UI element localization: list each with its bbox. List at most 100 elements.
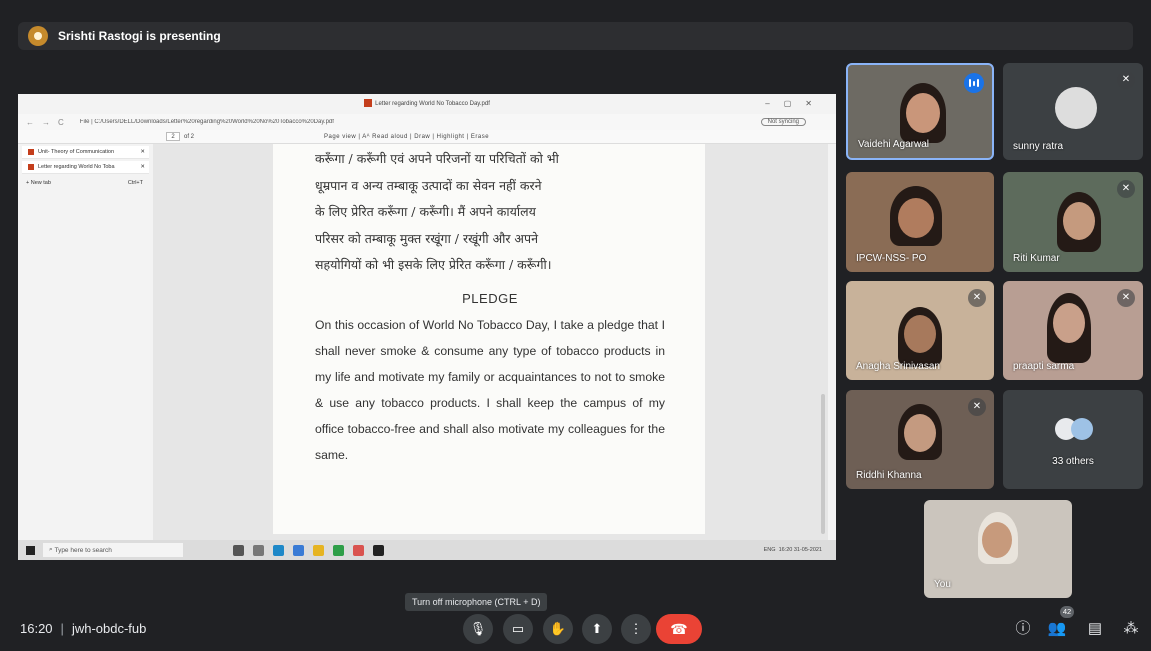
people-count-badge: 42: [1060, 606, 1074, 618]
video-face: [904, 414, 936, 452]
url-text: File | C:/Users/DELL/Downloads/Letter%20…: [79, 119, 334, 125]
participant-tile[interactable]: ✕ Riddhi Khanna: [846, 390, 994, 489]
shared-screen[interactable]: Letter regarding World No Tobacco Day.pd…: [18, 94, 836, 560]
participant-tile[interactable]: ✕ Riti Kumar: [1003, 172, 1143, 272]
leave-call-button[interactable]: ☎: [656, 614, 702, 644]
mic-off-icon: ✕: [968, 398, 986, 416]
close-icon: ✕: [140, 164, 145, 170]
page-number: 2: [166, 132, 180, 141]
others-tile[interactable]: 33 others: [1003, 390, 1143, 489]
avatar: [1055, 87, 1097, 129]
mic-off-icon: ✕: [1117, 180, 1135, 198]
camera-button[interactable]: ▭: [503, 614, 533, 644]
microphone-button[interactable]: 🎙: [463, 614, 493, 644]
app-icon: [373, 544, 384, 556]
system-tray: ENG 16:20 31-05-2021: [764, 547, 822, 553]
participant-tile[interactable]: Vaidehi Agarwal: [846, 63, 994, 160]
self-tile[interactable]: You: [924, 500, 1072, 598]
windows-start-icon: [26, 545, 35, 555]
participant-tile[interactable]: ✕ Anagha Srinivasan: [846, 281, 994, 380]
tray-date: 31-05-2021: [793, 547, 822, 553]
video-face: [904, 315, 936, 353]
taskbar-search-placeholder: Type here to search: [54, 546, 112, 554]
mic-tooltip: Turn off microphone (CTRL + D): [405, 593, 548, 611]
browser-titlebar: Letter regarding World No Tobacco Day.pd…: [18, 94, 836, 114]
participant-name: IPCW-NSS- PO: [856, 253, 927, 264]
store-icon: [293, 544, 304, 556]
pdf-tools: Page view | Aᴬ Read aloud | Draw | Highl…: [324, 133, 490, 140]
hangup-icon: ☎: [670, 620, 688, 637]
tab-label: Letter regarding World No Toba: [38, 164, 115, 170]
presenter-banner: Srishti Rastogi is presenting: [18, 22, 1133, 50]
window-controls: –▢✕: [765, 99, 826, 108]
new-tab-shortcut: Ctrl+T: [127, 180, 143, 186]
video-face: [898, 198, 934, 238]
mic-off-icon: ✕: [968, 289, 986, 307]
tray-time: 16:20: [778, 547, 793, 553]
mic-off-icon: ✕: [1117, 289, 1135, 307]
pdf-icon: [28, 149, 34, 155]
hindi-line: के लिए प्रेरित करूँगा / करूँगी। मैं अपने…: [315, 204, 536, 219]
tab-sidebar: Unit- Theory of Communication ✕ Letter re…: [18, 144, 153, 544]
hand-icon: ✋: [549, 621, 567, 636]
participant-tile[interactable]: ✕ sunny ratra: [1003, 63, 1143, 160]
participant-name: praapti sarma: [1013, 361, 1075, 372]
pdf-icon: [364, 99, 373, 108]
cortana-icon: [233, 544, 244, 556]
page-total: of 2: [184, 133, 195, 140]
tab-item: Unit- Theory of Communication ✕: [22, 146, 149, 159]
people-icon: 👥: [1047, 620, 1067, 637]
mic-off-icon: ✕: [1117, 71, 1135, 89]
participant-name: Riti Kumar: [1013, 253, 1060, 264]
participant-name: Riddhi Khanna: [856, 470, 922, 481]
new-tab: + New tab Ctrl+T: [18, 180, 153, 186]
pdf-icon: [28, 164, 34, 170]
video-face: [1053, 303, 1085, 343]
hindi-line: करूँगा / करूँगी एवं अपने परिजनों या परिच…: [315, 151, 559, 166]
more-options-button[interactable]: ⋮: [621, 614, 651, 644]
hindi-line: परिसर को तम्बाकू मुक्त रखूंगा / रखूंगी औ…: [315, 230, 539, 246]
pdf-toolbar: 2 of 2 Page view | Aᴬ Read aloud | Draw …: [18, 130, 836, 144]
avatar: [1071, 418, 1093, 440]
more-vert-icon: ⋮: [629, 621, 643, 636]
address-bar: ←→C File | C:/Users/DELL/Downloads/Lette…: [18, 114, 836, 130]
meeting-details-button[interactable]: ⓘ: [1012, 618, 1034, 640]
taskbar-apps: [233, 544, 393, 556]
tray-lang: ENG: [763, 547, 776, 553]
chat-button[interactable]: ▤: [1084, 618, 1106, 640]
pledge-text: On this occasion of World No Tobacco Day…: [315, 317, 665, 462]
participant-tile[interactable]: IPCW-NSS- PO: [846, 172, 994, 272]
meet-window: Srishti Rastogi is presenting Letter reg…: [0, 0, 1151, 651]
edge-icon: [273, 544, 284, 556]
sync-status: Not syncing: [760, 118, 806, 126]
task-view-icon: [253, 544, 264, 556]
raise-hand-button[interactable]: ✋: [543, 614, 573, 644]
speaking-icon: [964, 73, 984, 93]
chrome-icon: [333, 544, 344, 556]
participant-name: Anagha Srinivasan: [856, 361, 940, 372]
taskbar-search: ⌕ Type here to search: [43, 543, 183, 557]
microphone-icon: 🎙: [469, 621, 487, 636]
participant-name: sunny ratra: [1013, 141, 1064, 152]
hindi-line: सहयोगियों को भी इसके लिए प्रेरित करूँगा …: [315, 257, 552, 272]
participant-name: Vaidehi Agarwal: [858, 139, 929, 150]
pledge-heading: PLEDGE: [462, 290, 518, 306]
participant-tile[interactable]: ✕ praapti sarma: [1003, 281, 1143, 380]
explorer-icon: [313, 544, 324, 556]
activities-button[interactable]: ⁂: [1120, 618, 1142, 640]
info-icon: ⓘ: [1015, 620, 1031, 637]
browser-title: Letter regarding World No Tobacco Day.pd…: [375, 101, 490, 107]
present-button[interactable]: ⬆: [582, 614, 612, 644]
meeting-time: 16:20: [20, 621, 53, 636]
video-face: [1063, 202, 1095, 240]
others-count: 33 others: [1052, 456, 1094, 467]
people-button[interactable]: 👥: [1046, 618, 1068, 640]
tab-item: Letter regarding World No Toba ✕: [22, 161, 149, 174]
pdf-page: करूँगा / करूँगी एवं अपने परिजनों या परिच…: [273, 144, 705, 534]
participant-name: You: [934, 579, 951, 590]
hindi-paragraph: करूँगा / करूँगी एवं अपने परिजनों या परिच…: [315, 146, 665, 279]
nav-buttons-icon: ←→C: [26, 117, 72, 127]
presenter-text: Srishti Rastogi is presenting: [58, 29, 221, 43]
meeting-code: jwh-obdc-fub: [71, 621, 147, 636]
chat-icon: ▤: [1087, 620, 1103, 637]
